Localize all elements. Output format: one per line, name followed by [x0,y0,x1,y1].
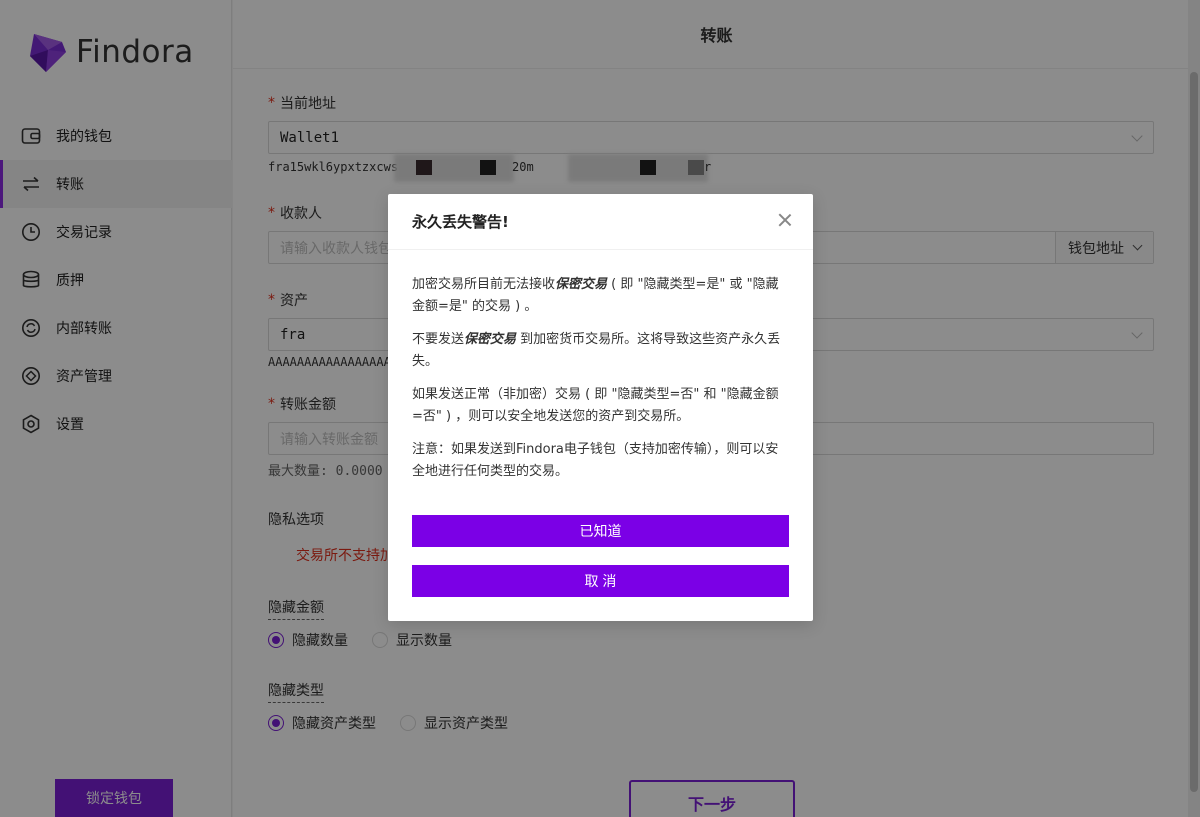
dialog-body: 加密交易所目前无法接收保密交易 ( 即 "隐藏类型=是" 或 "隐藏金额=是" … [388,250,813,483]
dialog-title: 永久丢失警告! [412,213,509,231]
warning-paragraph-2: 不要发送保密交易 到加密货币交易所。这将导致这些资产永久丢失。 [412,329,789,373]
warning-paragraph-3: 如果发送正常（非加密）交易 ( 即 "隐藏类型=否" 和 "隐藏金额=否" ) … [412,387,779,424]
emphasis-text: 保密交易 [464,332,517,347]
emphasis-text: 保密交易 [555,277,608,292]
text-span: 加密交易所目前无法接收 [412,277,556,292]
warning-paragraph-1: 加密交易所目前无法接收保密交易 ( 即 "隐藏类型=是" 或 "隐藏金额=是" … [412,274,789,318]
dialog-header: 永久丢失警告! [388,194,813,250]
text-span: 不要发送 [412,332,465,347]
acknowledge-button[interactable]: 已知道 [412,515,789,547]
close-icon[interactable] [777,212,793,228]
warning-paragraph-4: 注意：如果发送到Findora电子钱包（支持加密传输），则可以安全地进行任何类型… [412,442,779,479]
cancel-button[interactable]: 取 消 [412,565,789,597]
permanent-loss-warning-dialog: 永久丢失警告! 加密交易所目前无法接收保密交易 ( 即 "隐藏类型=是" 或 "… [388,194,813,621]
